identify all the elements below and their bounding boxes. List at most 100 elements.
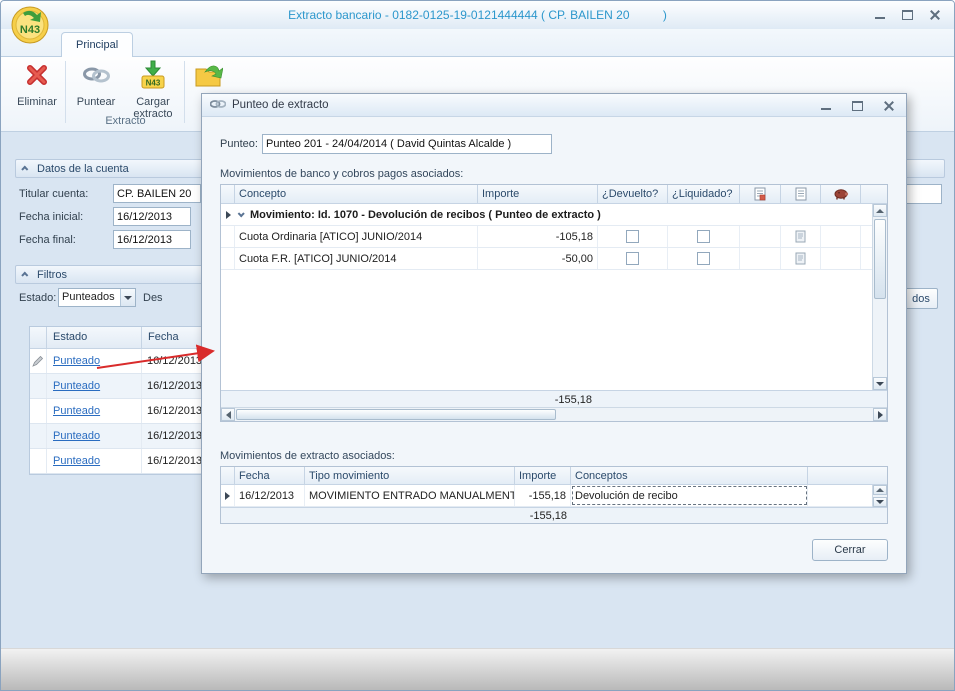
scroll-thumb[interactable] (874, 219, 886, 299)
collapse-up-icon (21, 166, 28, 173)
dialog-maximize-icon[interactable] (852, 101, 863, 111)
document-icon[interactable] (781, 185, 821, 203)
piggy-bank-icon[interactable] (821, 185, 861, 203)
fecha-cell: 16/12/2013 (235, 485, 305, 506)
fecha-final-label: Fecha final: (19, 234, 76, 246)
collapse-up-icon (21, 272, 28, 279)
tab-principal[interactable]: Principal (61, 32, 133, 57)
col-importe[interactable]: Importe (515, 467, 571, 484)
scroll-down-button[interactable] (873, 497, 887, 507)
maximize-icon[interactable] (902, 10, 913, 20)
punteado-link[interactable]: Punteado (53, 405, 100, 417)
table-row[interactable]: Punteado 16/12/2013 (30, 449, 213, 474)
table-empty-area (221, 270, 887, 390)
estado-combobox[interactable]: Punteados (58, 288, 136, 307)
table-row[interactable]: Cuota Ordinaria [ATICO] JUNIO/2014 -105,… (221, 226, 887, 248)
scroll-down-button[interactable] (873, 377, 887, 390)
table-row[interactable]: Punteado 16/12/2013 (30, 399, 213, 424)
table-row[interactable]: Punteado 16/12/2013 (30, 424, 213, 449)
table-row[interactable]: Punteado 16/12/2013 (30, 374, 213, 399)
col-liquidado[interactable]: ¿Liquidado? (668, 185, 740, 203)
vertical-scrollbar[interactable] (872, 204, 887, 390)
scroll-right-button[interactable] (873, 408, 887, 421)
app-logo-icon[interactable]: N43 (9, 4, 51, 46)
document-action-icon[interactable] (781, 248, 821, 269)
combo-dropdown-button[interactable] (120, 289, 135, 306)
document-action-icon[interactable] (781, 226, 821, 247)
dialog-close-icon[interactable] (883, 100, 894, 111)
close-icon[interactable] (929, 9, 940, 20)
col-importe[interactable]: Importe (478, 185, 598, 203)
cargar-extracto-button[interactable]: N43 Cargar extracto (123, 60, 183, 121)
chain-links-icon (210, 98, 226, 113)
ribbon-separator (65, 61, 66, 123)
scroll-thumb[interactable] (236, 409, 556, 420)
punteado-link[interactable]: Punteado (53, 455, 100, 467)
table-row[interactable]: Cuota F.R. [ATICO] JUNIO/2014 -50,00 (221, 248, 887, 270)
punteo-input[interactable] (262, 134, 552, 154)
punteado-link[interactable]: Punteado (53, 355, 100, 367)
folder-export-icon (193, 60, 223, 94)
dialog-titlebar[interactable]: Punteo de extracto (202, 94, 906, 117)
col-concepto[interactable]: Concepto (235, 185, 478, 203)
scroll-up-button[interactable] (873, 485, 887, 495)
right-input-fragment[interactable] (904, 184, 942, 204)
download-n43-icon: N43 (138, 60, 168, 94)
concepto-cell: Cuota Ordinaria [ATICO] JUNIO/2014 (235, 226, 478, 247)
edit-pencil-icon (30, 349, 47, 373)
table-row[interactable]: Punteado 16/12/2013 (30, 349, 213, 374)
bank-table-header: Concepto Importe ¿Devuelto? ¿Liquidado? (221, 185, 887, 204)
cerrar-button[interactable]: Cerrar (812, 539, 888, 561)
col-conceptos[interactable]: Conceptos (571, 467, 808, 484)
eliminar-button[interactable]: Eliminar (11, 60, 63, 108)
section-datos-cuenta-title: Datos de la cuenta (37, 163, 129, 175)
conceptos-cell[interactable]: Devolución de recibo (571, 485, 808, 506)
row-indicator (30, 374, 47, 398)
fecha-inicial-label: Fecha inicial: (19, 211, 83, 223)
section-datos-cuenta[interactable]: Datos de la cuenta (15, 159, 205, 178)
table-row[interactable]: 16/12/2013 MOVIMIENTO ENTRADO MANUALMENT… (221, 485, 887, 507)
row-indicator (30, 424, 47, 448)
puntear-button[interactable]: Puntear (69, 60, 123, 108)
bank-table-footer: -155,18 (221, 390, 887, 408)
chevron-down-icon (124, 296, 132, 300)
importe-cell: -50,00 (478, 248, 598, 269)
fecha-final-input[interactable] (113, 230, 191, 249)
window-titlebar[interactable]: Extracto bancario - 0182-0125-19-0121444… (1, 1, 954, 29)
col-devuelto[interactable]: ¿Devuelto? (598, 185, 668, 203)
scroll-left-button[interactable] (221, 408, 235, 421)
export-button-partial[interactable] (188, 60, 228, 94)
extract-total: -155,18 (515, 510, 571, 522)
indicator-col-header (221, 467, 235, 484)
document-red-icon[interactable] (740, 185, 781, 203)
minimize-icon[interactable] (875, 9, 886, 20)
scroll-up-button[interactable] (873, 204, 887, 217)
col-tipo[interactable]: Tipo movimiento (305, 467, 515, 484)
svg-text:N43: N43 (20, 24, 40, 36)
section-filtros[interactable]: Filtros (15, 265, 205, 284)
horizontal-scrollbar[interactable] (221, 407, 887, 421)
liquidado-checkbox[interactable] (697, 230, 710, 243)
titular-input[interactable] (113, 184, 201, 203)
estado-value: Punteados (59, 289, 120, 306)
dialog-minimize-icon[interactable] (821, 100, 832, 111)
punteado-link[interactable]: Punteado (53, 380, 100, 392)
devuelto-checkbox[interactable] (626, 252, 639, 265)
vertical-scrollbar[interactable] (872, 485, 887, 507)
devuelto-checkbox[interactable] (626, 230, 639, 243)
group-row[interactable]: Movimiento: Id. 1070 - Devolución de rec… (221, 204, 887, 226)
tipo-cell: MOVIMIENTO ENTRADO MANUALMENTE (305, 485, 515, 506)
punteado-link[interactable]: Punteado (53, 430, 100, 442)
punteados-button-fragment[interactable]: dos (904, 288, 938, 309)
fecha-inicial-input[interactable] (113, 207, 191, 226)
dialog-title: Punteo de extracto (232, 99, 329, 111)
filler-col-header (861, 185, 887, 203)
row-indicator (221, 226, 235, 247)
row-indicator (221, 248, 235, 269)
empty-cell (821, 248, 861, 269)
collapse-down-icon[interactable] (238, 210, 245, 217)
col-fecha[interactable]: Fecha (235, 467, 305, 484)
grid-col-estado[interactable]: Estado (47, 327, 142, 348)
row-indicator (30, 399, 47, 423)
liquidado-checkbox[interactable] (697, 252, 710, 265)
